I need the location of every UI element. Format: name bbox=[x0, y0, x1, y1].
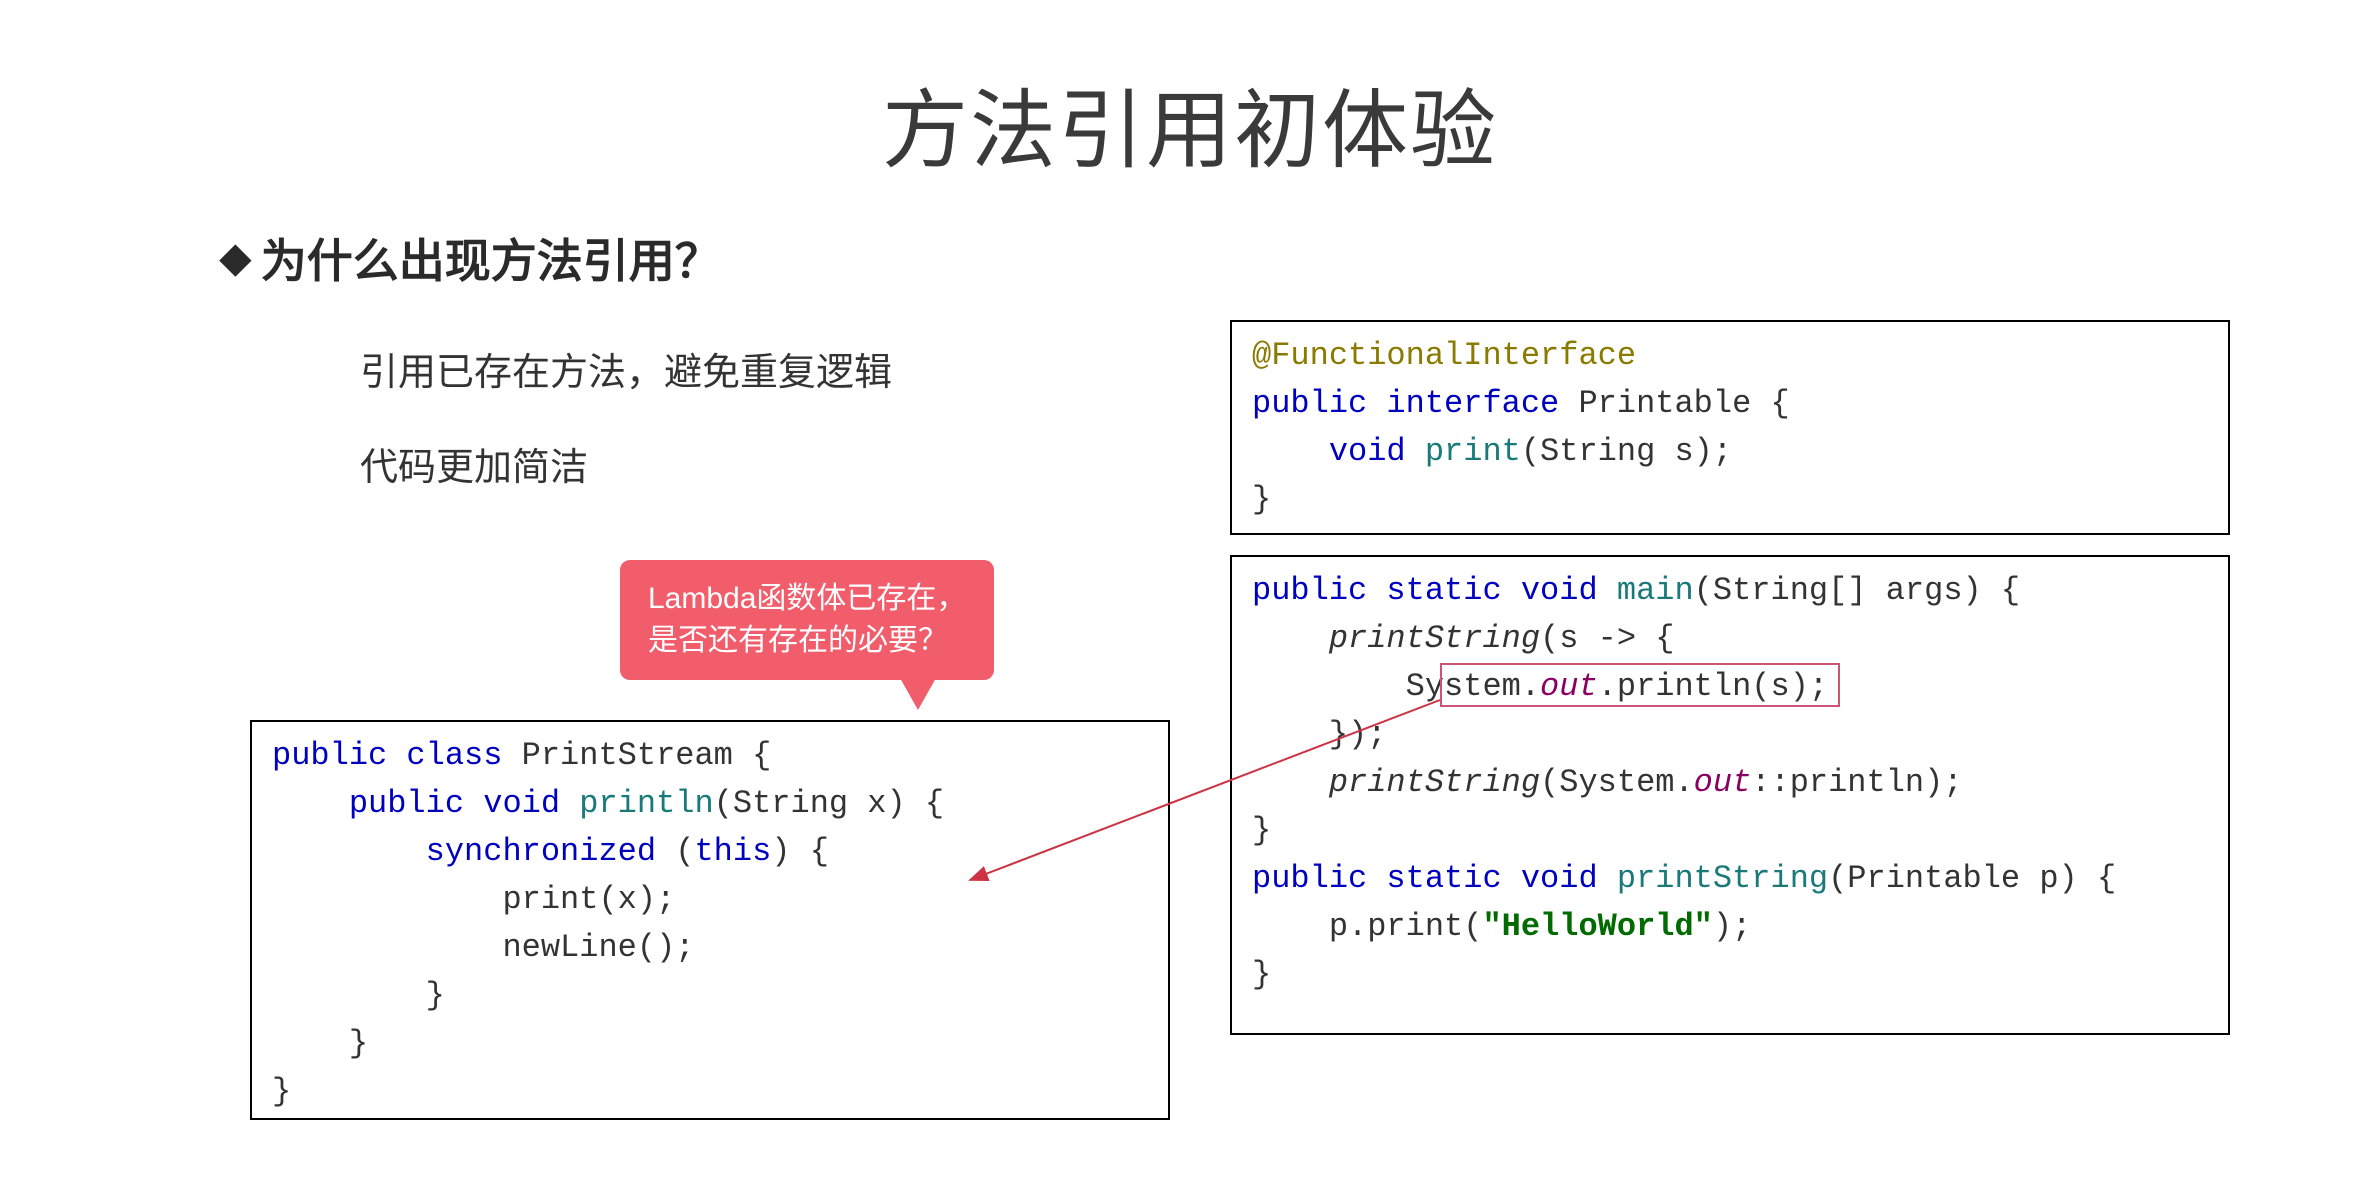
code-block-interface: @FunctionalInterface public interface Pr… bbox=[1230, 320, 2230, 535]
code-line: } bbox=[1252, 956, 1271, 993]
kw-this: this bbox=[694, 833, 771, 870]
slide: 方法引用初体验 为什么出现方法引用？ 引用已存在方法，避免重复逻辑 代码更加简洁… bbox=[0, 0, 2380, 1184]
field-out: out bbox=[1540, 668, 1598, 705]
kw-void: void bbox=[483, 785, 560, 822]
println-call: .println(s); bbox=[1598, 668, 1828, 705]
paren-open: ( bbox=[656, 833, 694, 870]
code-line: }); bbox=[1252, 716, 1386, 753]
callout-line-2: 是否还有存在的必要？ bbox=[648, 620, 966, 662]
method-main: main bbox=[1617, 572, 1694, 609]
code-line: } bbox=[272, 977, 445, 1014]
sys-pre: (System. bbox=[1540, 764, 1694, 801]
kw-public: public bbox=[272, 737, 387, 774]
slide-title: 方法引用初体验 bbox=[100, 60, 2280, 185]
method-println: println bbox=[579, 785, 713, 822]
code-line: } bbox=[1252, 481, 1271, 518]
params: (String x) { bbox=[714, 785, 944, 822]
kw-public: public bbox=[1252, 572, 1367, 609]
kw-public: public bbox=[349, 785, 464, 822]
section-heading: 为什么出现方法引用？ bbox=[100, 225, 2280, 291]
code-block-printstream: public class PrintStream { public void p… bbox=[250, 720, 1170, 1120]
field-out: out bbox=[1694, 764, 1752, 801]
pre: p.print( bbox=[1252, 908, 1482, 945]
sys-pre: System. bbox=[1252, 668, 1540, 705]
post: ); bbox=[1713, 908, 1751, 945]
code-line: } bbox=[272, 1025, 368, 1062]
code-line: newLine(); bbox=[272, 929, 694, 966]
callout-bubble: Lambda函数体已存在， 是否还有存在的必要？ bbox=[620, 560, 994, 680]
code-line: print(x); bbox=[272, 881, 675, 918]
params: (String[] args) { bbox=[1694, 572, 2020, 609]
interface-name: Printable { bbox=[1578, 385, 1789, 422]
heading-text: 为什么出现方法引用？ bbox=[261, 225, 721, 291]
kw-void: void bbox=[1521, 860, 1598, 897]
kw-interface: interface bbox=[1386, 385, 1559, 422]
string-literal: "HelloWorld" bbox=[1482, 908, 1712, 945]
code-line: } bbox=[272, 1073, 291, 1110]
kw-void: void bbox=[1521, 572, 1598, 609]
method-printstring: printString bbox=[1617, 860, 1828, 897]
kw-static: static bbox=[1386, 572, 1501, 609]
params: (Printable p) { bbox=[1828, 860, 2116, 897]
kw-class: class bbox=[406, 737, 502, 774]
params: (String s); bbox=[1521, 433, 1732, 470]
method-ref: ::println); bbox=[1751, 764, 1962, 801]
lambda-open: (s -> { bbox=[1540, 620, 1674, 657]
kw-public: public bbox=[1252, 385, 1367, 422]
paren-close: ) { bbox=[771, 833, 829, 870]
kw-void: void bbox=[1329, 433, 1406, 470]
code-line: } bbox=[1252, 812, 1271, 849]
method-print: print bbox=[1425, 433, 1521, 470]
annotation: @FunctionalInterface bbox=[1252, 337, 1636, 374]
call-printstring: printString bbox=[1329, 764, 1540, 801]
call-printstring: printString bbox=[1329, 620, 1540, 657]
kw-static: static bbox=[1386, 860, 1501, 897]
class-name: PrintStream { bbox=[522, 737, 772, 774]
kw-synchronized: synchronized bbox=[426, 833, 656, 870]
kw-public: public bbox=[1252, 860, 1367, 897]
callout-line-1: Lambda函数体已存在， bbox=[648, 578, 966, 620]
code-block-main: public static void main(String[] args) {… bbox=[1230, 555, 2230, 1035]
